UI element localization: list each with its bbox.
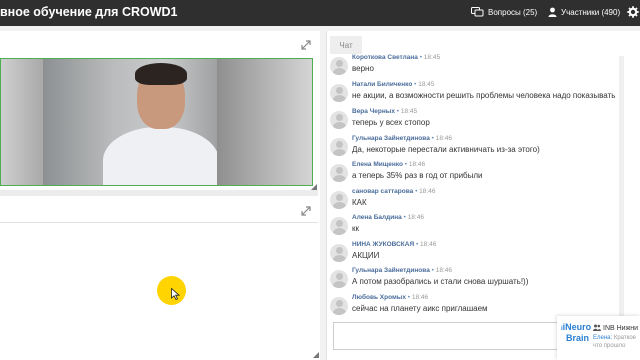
chat-message: сановар саттарова • 18:46 КАК [330, 187, 616, 213]
message-author[interactable]: Алена Балдина [352, 214, 402, 221]
top-bar: вное обучение для CROWD1 Вопросы (25) Уч… [0, 0, 640, 26]
message-text: Да, некоторые перестали активничать из-з… [352, 145, 540, 154]
questions-icon [471, 7, 484, 17]
participants-button[interactable]: Участники (490) [548, 7, 620, 17]
message-text: не акции, а возможности решить проблемы … [352, 91, 616, 100]
message-author[interactable]: сановар саттарова [352, 188, 413, 195]
expand-icon[interactable] [299, 38, 313, 52]
avatar [330, 191, 348, 209]
chat-message: Гульнара Зайнетдинова • 18:46 А потом ра… [330, 266, 616, 292]
message-text: а теперь 35% раз в год от прибыли [352, 171, 483, 180]
questions-label: Вопросы (25) [488, 7, 538, 17]
brand-snippet: Елена: Краткое [593, 335, 636, 341]
avatar [330, 138, 348, 156]
avatar [330, 270, 348, 288]
tab-chat[interactable]: Чат [330, 36, 362, 54]
brand-notification[interactable]: iiNeuro Brain INB Нижни Елена: Краткое ч… [557, 316, 640, 360]
message-author[interactable]: Вера Черных [352, 108, 395, 115]
brand-logo: iiNeuro Brain [561, 320, 591, 350]
questions-button[interactable]: Вопросы (25) [471, 7, 537, 17]
video-feed [43, 59, 219, 185]
video-background [1, 59, 43, 185]
message-text: А потом разобрались и стали снова шуршат… [352, 277, 529, 286]
avatar [330, 244, 348, 262]
chat-message: Короткова Светлана • 18:45 верно [330, 53, 616, 79]
message-text: сейчас на планету аикс приглашаем [352, 304, 488, 313]
message-time: 18:46 [420, 241, 437, 248]
message-text: верно [352, 64, 374, 73]
message-text: теперь у всех стопор [352, 118, 430, 127]
avatar [330, 84, 348, 102]
chat-message: Гульнара Зайнетдинова • 18:46 Да, некото… [330, 134, 616, 160]
webinar-title: вное обучение для CROWD1 [0, 5, 178, 19]
message-text: кк [352, 224, 359, 233]
brand-logo-line2: Brain [566, 333, 590, 343]
message-time: 18:45 [418, 81, 435, 88]
speaker-video[interactable] [0, 58, 313, 186]
mouse-pointer-icon [171, 288, 180, 300]
message-time: 18:46 [435, 135, 452, 142]
chat-message: Елена Мищенко • 18:46 а теперь 35% раз в… [330, 160, 616, 186]
message-text: КАК [352, 198, 367, 207]
message-author[interactable]: Любовь Хромых [352, 294, 406, 301]
message-time: 18:46 [408, 161, 426, 168]
message-text: АКЦИИ [352, 251, 380, 260]
participants-icon [593, 324, 601, 333]
gear-icon [627, 6, 639, 18]
chat-message: Натали Биличенко • 18:45 не акции, а воз… [330, 80, 616, 106]
message-time: 18:46 [419, 188, 436, 195]
avatar [330, 164, 348, 182]
message-author[interactable]: Короткова Светлана [352, 54, 418, 61]
speaker-body [103, 127, 219, 185]
message-time: 18:46 [435, 267, 452, 274]
message-author[interactable]: Елена Мищенко [352, 161, 403, 168]
section-divider [0, 222, 318, 223]
settings-button[interactable] [627, 6, 639, 18]
participants-icon [548, 7, 557, 17]
speaker-hair [135, 63, 187, 85]
message-author[interactable]: Гульнара Зайнетдинова [352, 135, 430, 142]
video-background [217, 59, 312, 185]
message-time: 18:46 [411, 294, 429, 301]
panel-divider [0, 190, 318, 196]
chat-message: Вера Черных • 18:45 теперь у всех стопор [330, 107, 616, 133]
chat-message: Алена Балдина • 18:46 кк [330, 213, 616, 239]
avatar [330, 217, 348, 235]
message-time: 18:45 [400, 108, 418, 115]
avatar [330, 297, 348, 315]
message-author[interactable]: НИНА ЖУКОВСКАЯ [352, 241, 414, 248]
message-author[interactable]: Гульнара Зайнетдинова [352, 267, 430, 274]
chat-message: НИНА ЖУКОВСКАЯ • 18:46 АКЦИИ [330, 240, 616, 266]
resize-handle-icon[interactable] [313, 352, 319, 358]
message-time: 18:45 [423, 54, 441, 61]
brand-snippet-line2: что прошло [593, 343, 626, 349]
participants-label: Участники (490) [561, 7, 621, 17]
avatar [330, 111, 348, 129]
expand-icon[interactable] [299, 204, 313, 218]
message-author[interactable]: Натали Биличенко [352, 81, 412, 88]
brand-logo-line1: iNeuro [562, 322, 592, 332]
message-time: 18:46 [407, 214, 424, 221]
brand-name: INB Нижни [593, 324, 638, 333]
avatar [330, 57, 348, 75]
chat-scrollbar[interactable] [619, 56, 624, 316]
